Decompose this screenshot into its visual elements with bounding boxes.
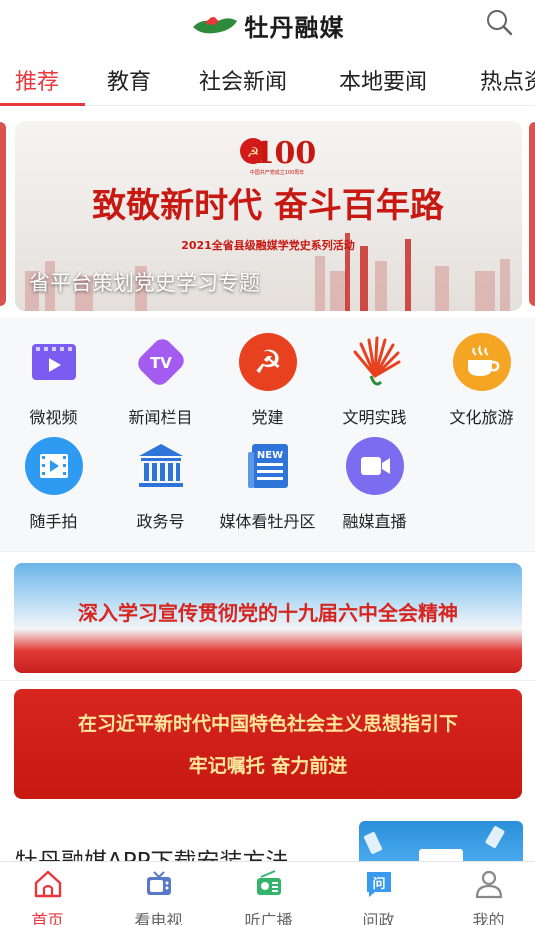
nav-label: 听广播 xyxy=(244,911,293,925)
nav-inquiry[interactable]: 问 问政 xyxy=(325,868,432,925)
app-title: 牡丹融媒 xyxy=(244,12,345,42)
section-divider xyxy=(0,551,535,552)
question-icon: 问 xyxy=(366,872,391,897)
video-icon xyxy=(31,344,76,380)
nav-home[interactable]: 首页 xyxy=(0,868,101,925)
grid-label: 党建 xyxy=(251,408,284,427)
nav-watch-tv[interactable]: 看电视 xyxy=(105,868,212,925)
home-icon xyxy=(34,870,61,898)
grid-item-news-column[interactable]: TV 新闻栏目 xyxy=(107,332,214,428)
grid-item-culture-tourism[interactable]: 文化旅游 xyxy=(428,332,535,428)
grid-label: 政务号 xyxy=(136,512,185,531)
banner-line1: 在习近平新时代中国特色社会主义思想指引下 xyxy=(77,713,458,735)
nav-label: 我的 xyxy=(472,911,505,925)
nav-label: 首页 xyxy=(31,911,64,925)
carousel-prev-slide[interactable] xyxy=(0,122,6,306)
grid-item-civilization-practice[interactable]: 文明实践 xyxy=(321,332,428,428)
app-logo: 牡丹融媒 xyxy=(191,8,345,43)
hero-slogan: 致敬新时代 奋斗百年路 xyxy=(92,186,445,226)
category-tabs: 推荐 教育 社会新闻 本地要闻 热点资讯 xyxy=(0,50,535,106)
section-divider xyxy=(0,680,535,681)
nav-label: 看电视 xyxy=(134,911,183,925)
nav-mine[interactable]: 我的 xyxy=(435,868,535,925)
tv-icon xyxy=(146,871,171,895)
hero-caption: 省平台策划党史学习专题 xyxy=(29,271,260,295)
svg-text:NEW: NEW xyxy=(256,450,282,461)
grid-label: 媒体看牡丹区 xyxy=(219,512,316,531)
grid-label: 随手拍 xyxy=(29,512,78,531)
banner-text: 深入学习宣传贯彻党的十九届六中全会精神 xyxy=(78,601,458,625)
radio-icon xyxy=(256,870,281,895)
fan-icon xyxy=(353,336,400,386)
tab-hot-news[interactable]: 热点资讯 xyxy=(480,64,535,96)
promo-banner-plenary[interactable]: 深入学习宣传贯彻党的十九届六中全会精神 xyxy=(14,563,522,673)
carousel-next-slide[interactable] xyxy=(529,122,535,306)
nav-listen-radio[interactable]: 听广播 xyxy=(215,868,322,925)
app-header: 牡丹融媒 xyxy=(0,0,535,50)
party-emblem-icon: ☭ xyxy=(238,333,297,391)
grid-label: 微视频 xyxy=(29,408,78,427)
user-icon xyxy=(475,870,502,899)
promo-banner-thought[interactable]: 在习近平新时代中国特色社会主义思想指引下 牢记嘱托 奋力前进 xyxy=(14,689,522,799)
grid-item-media-mudan[interactable]: NEW 媒体看牡丹区 xyxy=(214,436,321,532)
film-icon xyxy=(24,437,83,495)
tab-recommend[interactable]: 推荐 xyxy=(15,64,59,96)
grid-item-micro-video[interactable]: 微视频 xyxy=(0,332,107,428)
grid-item-snapshot[interactable]: 随手拍 xyxy=(0,436,107,532)
live-camera-icon xyxy=(345,437,404,495)
bottom-navigation: 首页 看电视 听广播 问 问政 我的 xyxy=(0,861,535,925)
function-grid: 微视频 TV 新闻栏目 ☭ 党建 文明实践 文化旅游 随手拍 政务号 NEW 媒… xyxy=(0,318,535,551)
grid-label: 文明实践 xyxy=(342,408,407,427)
tv-icon: TV xyxy=(137,339,184,385)
search-icon[interactable] xyxy=(485,8,513,36)
grid-item-live-stream[interactable]: 融媒直播 xyxy=(321,436,428,532)
phone-illustration-icon xyxy=(363,826,505,861)
svg-text:☭: ☭ xyxy=(253,343,282,381)
peony-logo-icon xyxy=(192,17,237,34)
coffee-cup-icon xyxy=(452,333,511,391)
tab-education[interactable]: 教育 xyxy=(107,64,151,96)
tab-active-indicator xyxy=(0,103,85,106)
article-thumbnail[interactable] xyxy=(359,821,523,861)
hero-banner[interactable]: ☭ 100 中国共产党成立100周年 致敬新时代 奋斗百年路 2021全省县级融… xyxy=(15,121,522,311)
banner-line2: 牢记嘱托 奋力前进 xyxy=(188,755,348,777)
nav-label: 问政 xyxy=(362,911,395,925)
government-building-icon xyxy=(138,444,183,487)
tab-local-news[interactable]: 本地要闻 xyxy=(339,64,427,96)
grid-label: 文化旅游 xyxy=(449,408,514,427)
centenary-badge: ☭ 100 中国共产党成立100周年 xyxy=(240,136,316,176)
grid-label: 新闻栏目 xyxy=(128,408,193,427)
grid-label: 融媒直播 xyxy=(342,512,407,531)
grid-item-government-account[interactable]: 政务号 xyxy=(107,436,214,532)
svg-text:问: 问 xyxy=(372,876,385,892)
newspaper-icon: NEW xyxy=(247,444,288,488)
svg-text:TV: TV xyxy=(150,354,172,372)
grid-item-party-building[interactable]: ☭ 党建 xyxy=(214,332,321,428)
hero-subtitle: 2021全省县级融媒学党史系列活动 xyxy=(181,238,355,252)
badge-number: 100 xyxy=(254,136,317,171)
tab-society-news[interactable]: 社会新闻 xyxy=(199,64,287,96)
svg-text:中国共产党成立100周年: 中国共产党成立100周年 xyxy=(250,169,305,176)
